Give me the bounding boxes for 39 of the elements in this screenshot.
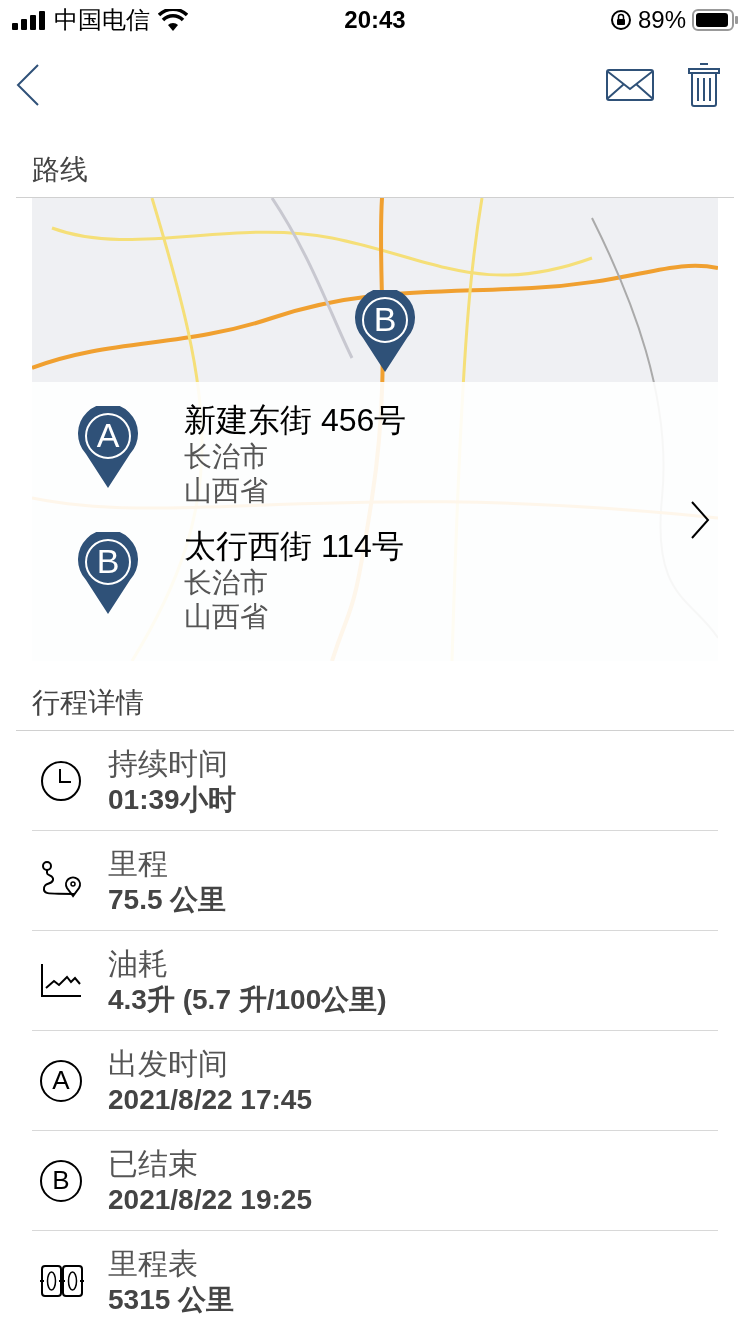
- battery-percent: 89%: [637, 5, 686, 35]
- wifi-icon: [158, 9, 188, 31]
- mail-icon[interactable]: [606, 69, 654, 101]
- detail-label: 油耗: [108, 945, 169, 982]
- detail-label: 已结束: [108, 1145, 199, 1182]
- detail-label: 里程表: [108, 1246, 199, 1282]
- detail-value: 01:39小时: [108, 782, 236, 817]
- clock-time: 20:43: [344, 5, 406, 35]
- street-address: 新建东街 456号: [184, 401, 407, 440]
- city-name: 长治市: [184, 566, 269, 600]
- chevron-right-icon[interactable]: [690, 500, 710, 540]
- battery-icon: [692, 9, 738, 31]
- section-title: 路线: [32, 153, 88, 187]
- detail-value: 2021/8/22 19:25: [108, 1182, 312, 1217]
- detail-label: 出发时间: [108, 1045, 229, 1082]
- rotation-lock-icon: [609, 9, 632, 31]
- letter-badge: B: [40, 1159, 82, 1202]
- chart-icon: [40, 963, 82, 998]
- province-name: 山西省: [184, 600, 269, 634]
- back-button[interactable]: [16, 63, 40, 107]
- signal-icon: [12, 10, 46, 30]
- pin-letter: A: [95, 415, 121, 456]
- city-name: 长治市: [184, 440, 269, 474]
- detail-label: 里程: [108, 845, 169, 882]
- carrier-name: 中国电信: [54, 5, 150, 35]
- odometer-icon: [40, 1264, 84, 1298]
- province-name: 山西省: [184, 474, 269, 508]
- detail-value: 2021/8/22 17:45: [108, 1082, 312, 1117]
- clock-icon: [40, 759, 82, 802]
- detail-value: 75.5 公里: [108, 882, 227, 917]
- pin-letter: B: [95, 541, 121, 582]
- detail-value: 5315 公里: [108, 1283, 235, 1317]
- trash-icon[interactable]: [688, 63, 720, 107]
- detail-value: 4.3升 (5.7 升/100公里): [108, 982, 387, 1017]
- street-address: 太行西街 114号: [184, 527, 404, 566]
- pin-letter: B: [372, 299, 398, 340]
- letter-badge: A: [40, 1059, 82, 1102]
- section-title: 行程详情: [32, 686, 144, 720]
- detail-label: 持续时间: [108, 745, 229, 782]
